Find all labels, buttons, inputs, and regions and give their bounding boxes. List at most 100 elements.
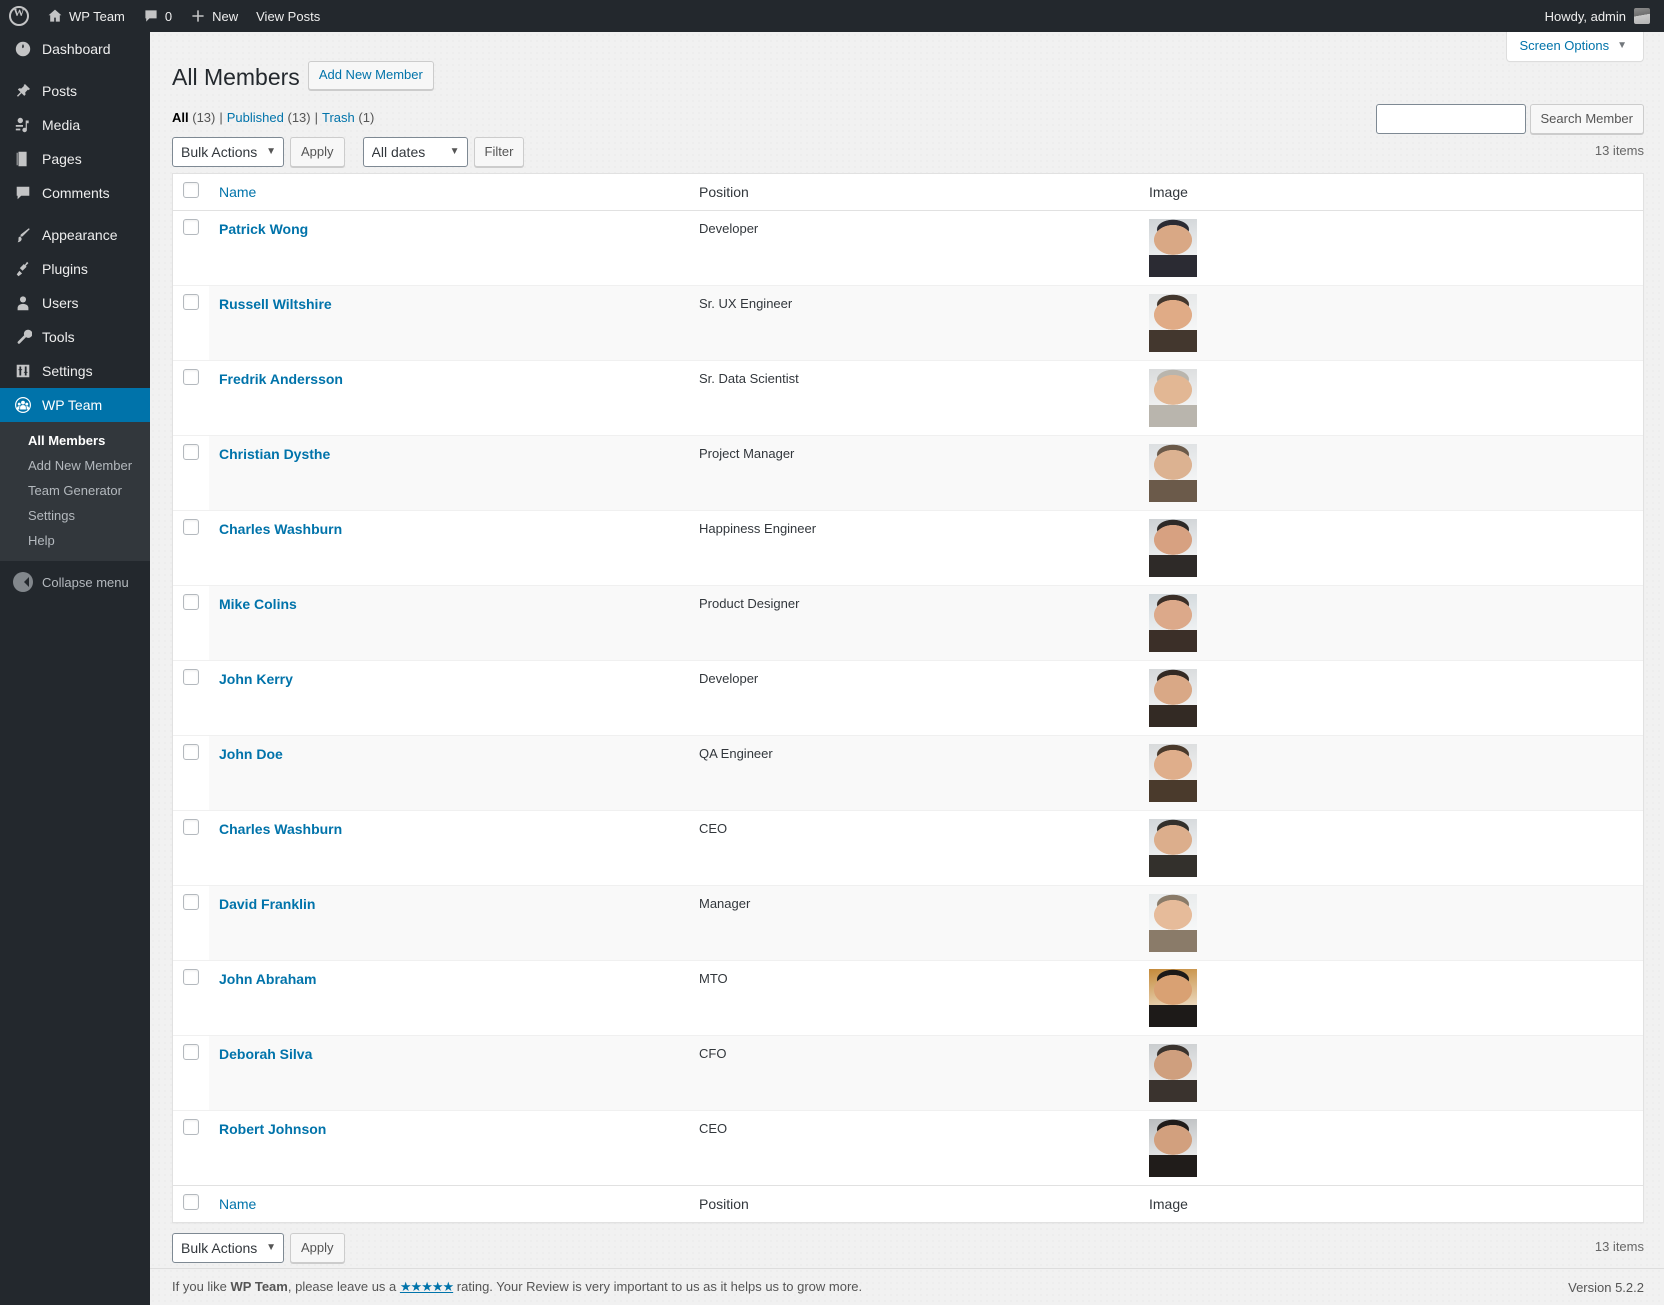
add-new-member-button[interactable]: Add New Member [308, 61, 434, 90]
row-checkbox[interactable] [183, 894, 199, 910]
submenu-item-all-members[interactable]: All Members [0, 428, 150, 453]
rating-stars-link[interactable]: ★★★★★ [400, 1279, 453, 1294]
member-position-cell: QA Engineer [689, 735, 1139, 810]
submenu-item-help[interactable]: Help [0, 528, 150, 553]
submenu-item-settings[interactable]: Settings [0, 503, 150, 528]
member-name-link[interactable]: Mike Colins [219, 596, 297, 612]
wp-logo-menu[interactable] [0, 0, 38, 32]
bulk-actions-select[interactable]: Bulk Actions [172, 137, 284, 167]
sidebar-item-tools[interactable]: Tools [0, 320, 150, 354]
member-name-link[interactable]: Robert Johnson [219, 1121, 326, 1137]
row-checkbox[interactable] [183, 819, 199, 835]
team-group-icon [13, 395, 33, 415]
sort-by-name-link[interactable]: Name [219, 184, 256, 200]
row-checkbox[interactable] [183, 744, 199, 760]
row-checkbox[interactable] [183, 219, 199, 235]
sidebar-item-media[interactable]: Media [0, 108, 150, 142]
sidebar-item-settings[interactable]: Settings [0, 354, 150, 388]
row-checkbox[interactable] [183, 444, 199, 460]
row-checkbox[interactable] [183, 669, 199, 685]
member-name-link[interactable]: John Abraham [219, 971, 317, 987]
view-published-link[interactable]: Published [227, 110, 284, 125]
search-input[interactable] [1376, 104, 1526, 134]
row-select-cell [173, 735, 209, 810]
table-row: Russell WiltshireSr. UX Engineer [173, 285, 1643, 360]
member-position-cell: Sr. Data Scientist [689, 360, 1139, 435]
row-checkbox[interactable] [183, 1044, 199, 1060]
column-footer-name: Name [209, 1185, 689, 1222]
row-checkbox[interactable] [183, 594, 199, 610]
sidebar-item-posts[interactable]: Posts [0, 74, 150, 108]
member-position-cell: MTO [689, 960, 1139, 1035]
view-all-link[interactable]: All [172, 110, 189, 125]
member-name-link[interactable]: Deborah Silva [219, 1046, 312, 1062]
collapse-menu-label: Collapse menu [42, 575, 129, 590]
sidebar-item-appearance[interactable]: Appearance [0, 218, 150, 252]
member-name-link[interactable]: Patrick Wong [219, 221, 308, 237]
member-name-link[interactable]: Christian Dysthe [219, 446, 330, 462]
sidebar-item-plugins[interactable]: Plugins [0, 252, 150, 286]
row-checkbox[interactable] [183, 969, 199, 985]
member-name-link[interactable]: Fredrik Andersson [219, 371, 343, 387]
table-row: John Abraham MTO [173, 960, 1643, 1035]
new-content-menu[interactable]: New [181, 0, 247, 32]
collapse-menu-button[interactable]: Collapse menu [0, 565, 150, 599]
sort-by-name-link-footer[interactable]: Name [219, 1196, 256, 1212]
submenu-item-add-new-member[interactable]: Add New Member [0, 453, 150, 478]
table-row: Charles WashburnCEO [173, 810, 1643, 885]
admin-footer: If you like WP Team, please leave us a ★… [150, 1268, 1664, 1305]
table-head: Name Position Image [173, 174, 1643, 211]
member-image-cell [1139, 585, 1643, 660]
member-name-link[interactable]: Charles Washburn [219, 521, 342, 537]
bulk-actions-select-wrap-bottom: Bulk Actions ▼ [172, 1233, 284, 1263]
view-posts-link[interactable]: View Posts [247, 0, 329, 32]
select-all-checkbox[interactable] [183, 182, 199, 198]
row-checkbox[interactable] [183, 1119, 199, 1135]
bulk-actions-select-bottom[interactable]: Bulk Actions [172, 1233, 284, 1263]
member-avatar [1149, 369, 1197, 427]
sidebar-item-dashboard[interactable]: Dashboard [0, 32, 150, 66]
my-account-menu[interactable]: Howdy, admin [1545, 8, 1664, 24]
sidebar-item-pages[interactable]: Pages [0, 142, 150, 176]
member-name-link[interactable]: John Doe [219, 746, 283, 762]
member-image-cell [1139, 285, 1643, 360]
comments-menu[interactable]: 0 [134, 0, 181, 32]
view-trash: Trash (1) [322, 110, 374, 125]
select-all-header [173, 174, 209, 211]
row-checkbox[interactable] [183, 369, 199, 385]
plus-icon [190, 8, 206, 25]
wrench-icon [13, 327, 33, 347]
wp-body: Screen Options ▼ All MembersAdd New Memb… [150, 32, 1664, 1305]
view-trash-link[interactable]: Trash [322, 110, 355, 125]
member-image-cell [1139, 360, 1643, 435]
sidebar-item-wp-team[interactable]: WP Team [0, 388, 150, 422]
view-divider: | [311, 110, 322, 125]
sidebar-item-users[interactable]: Users [0, 286, 150, 320]
row-select-cell [173, 960, 209, 1035]
member-name-link[interactable]: Russell Wiltshire [219, 296, 332, 312]
row-checkbox[interactable] [183, 519, 199, 535]
tablenav-bottom: Bulk Actions ▼ Apply 13 items [172, 1233, 1644, 1263]
dates-filter-select[interactable]: All dates [363, 137, 468, 167]
row-select-cell [173, 660, 209, 735]
member-name-cell: Charles Washburn [209, 810, 689, 885]
submenu-item-team-generator[interactable]: Team Generator [0, 478, 150, 503]
sidebar-item-comments[interactable]: Comments [0, 176, 150, 210]
sidebar-item-label: Tools [42, 330, 75, 344]
member-name-link[interactable]: Charles Washburn [219, 821, 342, 837]
select-all-checkbox-footer[interactable] [183, 1194, 199, 1210]
member-name-link[interactable]: John Kerry [219, 671, 293, 687]
apply-button-top[interactable]: Apply [290, 137, 345, 167]
table-footer-row: Name Position Image [173, 1185, 1643, 1222]
member-name-link[interactable]: David Franklin [219, 896, 315, 912]
items-count-bottom: 13 items [1595, 1239, 1644, 1254]
row-select-cell [173, 1035, 209, 1110]
media-icon [13, 115, 33, 135]
filter-button[interactable]: Filter [474, 137, 525, 167]
site-name-menu[interactable]: WP Team [38, 0, 134, 32]
search-member-button[interactable]: Search Member [1530, 104, 1644, 134]
admin-bar: WP Team 0 New View Posts Howdy, admin [0, 0, 1664, 32]
row-checkbox[interactable] [183, 294, 199, 310]
member-name-cell: John Doe [209, 735, 689, 810]
apply-button-bottom[interactable]: Apply [290, 1233, 345, 1263]
